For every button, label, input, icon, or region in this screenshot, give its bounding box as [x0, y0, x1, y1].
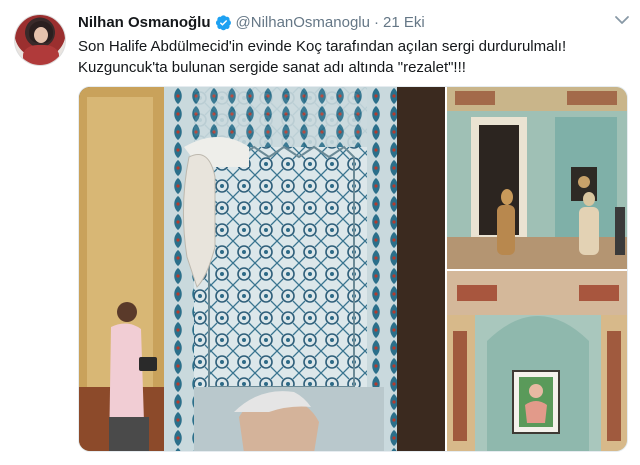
author-handle[interactable]: @NilhanOsmanoglu	[236, 14, 370, 31]
media-image-palace-hall[interactable]	[447, 87, 627, 269]
verified-badge-icon	[215, 14, 231, 30]
tweet-date[interactable]: 21 Eki	[383, 14, 425, 31]
tweet-text-line: Kuzguncuk'ta bulunan sergide sanat adı a…	[78, 59, 466, 76]
tweet-text: Son Halife Abdülmecid'in evinde Koç tara…	[78, 36, 628, 78]
media-grid	[78, 86, 628, 452]
separator-dot: ·	[373, 13, 379, 31]
tweet-card[interactable]: Nilhan Osmanoğlu @NilhanOsmanoglu · 21 E…	[0, 0, 640, 465]
tweet-text-line: Son Halife Abdülmecid'in evinde Koç tara…	[78, 38, 567, 55]
tweet-header: Nilhan Osmanoğlu @NilhanOsmanoglu · 21 E…	[78, 11, 425, 33]
avatar[interactable]	[14, 14, 66, 66]
chevron-down-icon[interactable]	[614, 14, 630, 26]
media-image-painting-wall[interactable]	[447, 271, 627, 451]
media-image-tiled-fireplace[interactable]	[79, 87, 445, 451]
author-name[interactable]: Nilhan Osmanoğlu	[78, 14, 211, 31]
